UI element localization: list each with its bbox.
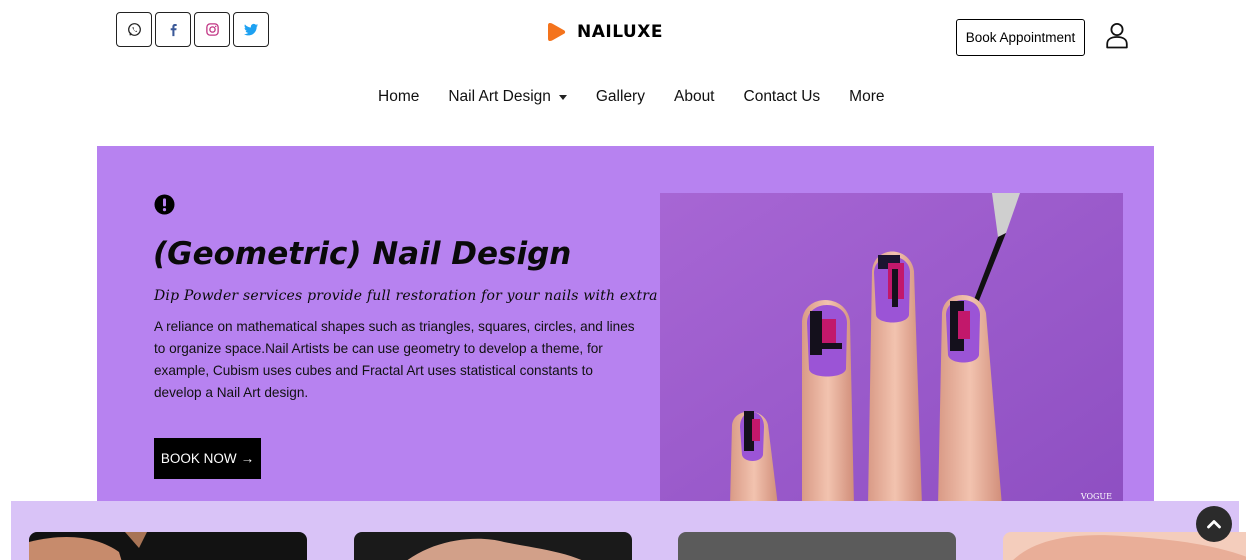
facebook-icon	[170, 23, 177, 37]
brand-logo[interactable]: NAILUXE	[546, 20, 663, 44]
book-now-label: BOOK NOW	[160, 451, 237, 466]
hero-tagline: Dip Powder services provide full restora…	[154, 288, 734, 304]
hero-nail-image: VOGUE	[660, 193, 1123, 506]
exclamation-circle-icon	[154, 194, 175, 215]
scroll-to-top-button[interactable]	[1196, 506, 1232, 542]
logo-mark-icon	[548, 23, 566, 41]
nav-home[interactable]: Home	[378, 86, 419, 108]
nav-contact-us[interactable]: Contact Us	[744, 86, 821, 108]
social-links	[116, 12, 269, 47]
instagram-button[interactable]	[194, 12, 230, 47]
gallery-card[interactable]	[29, 532, 307, 560]
twitter-button[interactable]	[233, 12, 269, 47]
facebook-button[interactable]	[155, 12, 191, 47]
nav-about[interactable]: About	[674, 86, 715, 108]
hero-banner: (Geometric) Nail Design Dip Powder servi…	[97, 146, 1154, 506]
book-appointment-button[interactable]: Book Appointment	[956, 19, 1085, 56]
caret-down-icon	[558, 94, 567, 100]
whatsapp-button[interactable]	[116, 12, 152, 47]
arrow-right-icon: →	[240, 451, 255, 466]
gallery-strip	[11, 501, 1246, 560]
book-now-button[interactable]: BOOK NOW →	[154, 438, 261, 479]
main-nav: Home Nail Art Design Gallery About Conta…	[378, 86, 885, 108]
nav-more[interactable]: More	[849, 86, 884, 108]
hero-description: A reliance on mathematical shapes such a…	[154, 319, 635, 400]
image-watermark: VOGUE	[1080, 492, 1112, 501]
twitter-icon	[243, 23, 258, 36]
hero-title: (Geometric) Nail Design	[153, 236, 572, 272]
gallery-card[interactable]	[354, 532, 632, 560]
chevron-up-icon	[1207, 520, 1221, 529]
instagram-icon	[205, 23, 219, 36]
user-icon[interactable]	[1105, 22, 1129, 49]
whatsapp-icon	[127, 23, 141, 36]
brand-name: NAILUXE	[577, 22, 663, 42]
gallery-card[interactable]	[678, 532, 956, 560]
nav-nail-art-design[interactable]: Nail Art Design	[448, 86, 567, 108]
nav-gallery[interactable]: Gallery	[596, 86, 645, 108]
